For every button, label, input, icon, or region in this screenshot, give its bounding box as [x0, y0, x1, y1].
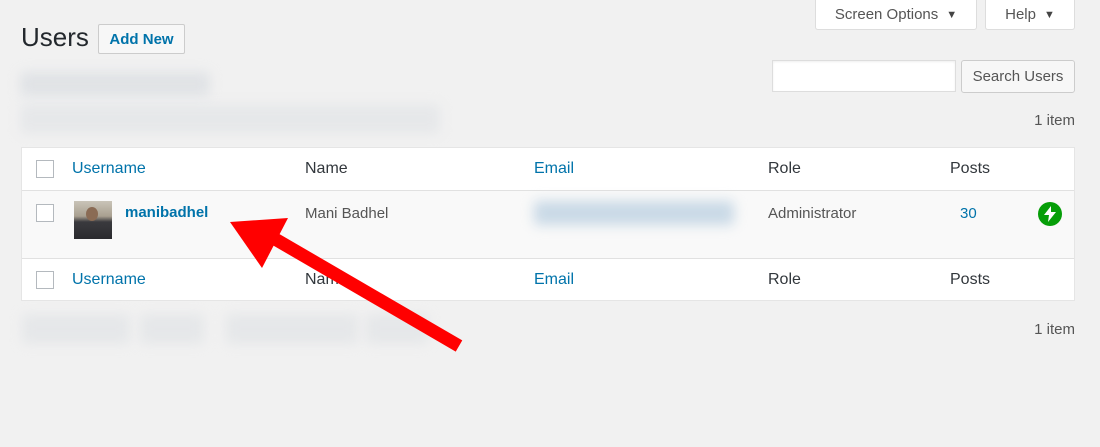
column-username-footer[interactable]: Username — [72, 271, 146, 289]
username-link[interactable]: manibadhel — [125, 204, 208, 221]
item-count-bottom: 1 item — [1034, 321, 1075, 338]
change-role-select-blurred — [226, 314, 358, 344]
users-table: Username Name Email Role Posts manibadhe… — [21, 147, 1075, 301]
user-role: Administrator — [768, 205, 857, 222]
page-title: Users — [21, 22, 89, 52]
column-role-footer: Role — [768, 271, 801, 288]
change-button-blurred — [366, 314, 428, 344]
avatar — [74, 201, 112, 239]
item-count-top: 1 item — [1034, 112, 1075, 129]
select-all-checkbox-footer[interactable] — [36, 271, 54, 289]
column-username[interactable]: Username — [72, 160, 146, 178]
add-new-button[interactable]: Add New — [98, 24, 185, 54]
caret-down-icon: ▼ — [1043, 8, 1055, 21]
search-users-button[interactable]: Search Users — [961, 60, 1075, 93]
screen-options-label: Screen Options — [834, 6, 939, 23]
apply-button-blurred — [140, 314, 204, 344]
column-name-footer: Name — [305, 271, 348, 288]
bulk-actions-blurred — [20, 104, 440, 134]
help-label: Help — [1005, 6, 1036, 23]
column-role: Role — [768, 160, 801, 177]
column-email[interactable]: Email — [534, 160, 574, 178]
column-name: Name — [305, 160, 348, 177]
jetpack-bolt-icon[interactable] — [1038, 202, 1062, 226]
screen-options-tab[interactable]: Screen Options ▼ — [815, 0, 977, 30]
column-email-footer[interactable]: Email — [534, 271, 574, 289]
post-count-link[interactable]: 30 — [960, 205, 977, 222]
column-posts-footer: Posts — [950, 271, 991, 288]
table-row: manibadhel Mani Badhel Administrator 30 — [22, 191, 1074, 258]
help-tab[interactable]: Help ▼ — [985, 0, 1075, 30]
search-input[interactable] — [772, 60, 956, 92]
views-filter-blurred — [20, 72, 210, 96]
table-footer-row: Username Name Email Role Posts — [22, 258, 1074, 301]
email-blurred — [534, 201, 734, 225]
caret-down-icon: ▼ — [946, 8, 958, 21]
select-all-checkbox[interactable] — [36, 160, 54, 178]
row-checkbox[interactable] — [36, 204, 54, 222]
bulk-actions-select-blurred — [22, 314, 130, 344]
table-header-row: Username Name Email Role Posts — [22, 148, 1074, 191]
user-name: Mani Badhel — [305, 205, 389, 222]
users-admin-page: Screen Options ▼ Help ▼ Users Add New Se… — [0, 0, 1100, 447]
column-posts: Posts — [950, 160, 991, 177]
